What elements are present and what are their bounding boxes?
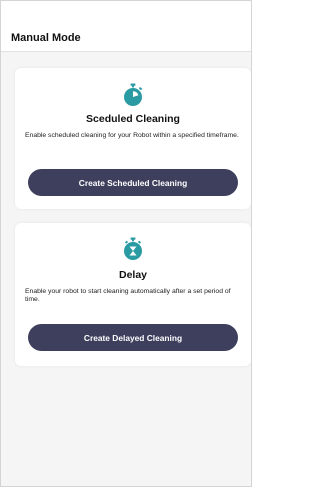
page-title: Manual Mode — [11, 32, 81, 44]
delay-title: Delay — [118, 269, 148, 281]
create-delayed-cleaning-button[interactable]: Create Delayed Cleaning — [28, 324, 238, 351]
delay-card: Delay Enable your robot to start cleanin… — [15, 223, 251, 366]
delay-description: Enable your robot to start cleaning auto… — [25, 288, 231, 304]
scheduled-cleaning-card: Sceduled Cleaning Enable scheduled clean… — [15, 68, 251, 209]
manual-mode-screen: Manual Mode Sceduled Cleaning Enable sch… — [0, 0, 252, 487]
scheduled-cleaning-title: Sceduled Cleaning — [86, 113, 180, 125]
scheduled-cleaning-description: Enable scheduled cleaning for your Robot… — [25, 132, 239, 139]
create-scheduled-cleaning-button[interactable]: Create Scheduled Cleaning — [28, 169, 238, 196]
hourglass-timer-icon — [122, 237, 144, 261]
stopwatch-icon — [122, 83, 144, 107]
header-bar: Manual Mode — [1, 1, 251, 52]
